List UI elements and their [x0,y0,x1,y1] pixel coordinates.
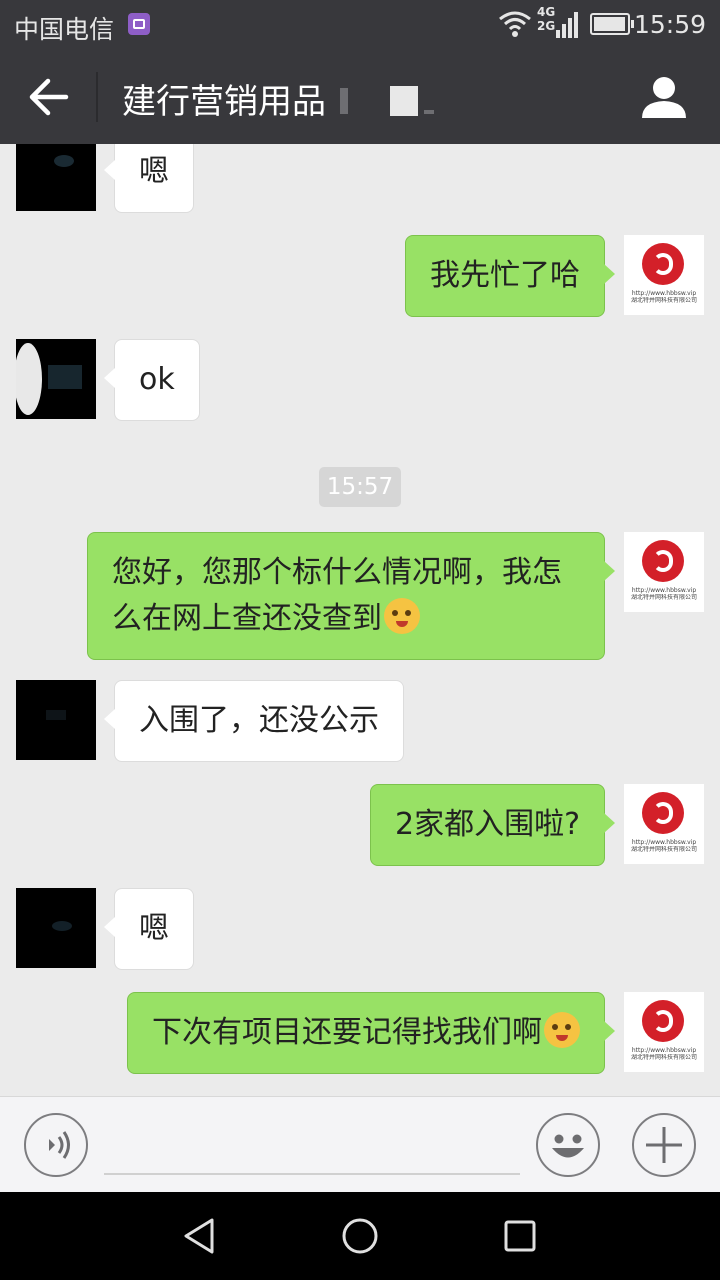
contact-avatar[interactable] [16,144,96,211]
system-navigation-bar [0,1192,720,1280]
logo-url-text: http://www.hbbsw.vip [631,1047,697,1054]
message-text: 嗯 [139,154,169,189]
logo-company-text: 湖北特并网科技有限公司 [630,594,697,601]
message-bubble[interactable]: 下次有项目还要记得找我们啊 [127,992,615,1074]
contact-avatar[interactable] [16,888,96,968]
chat-message-list[interactable]: 嗯 我先忙了哈 http://www.hbbsw.vip 湖北特并网科技有限公司… [0,144,720,1096]
battery-icon [590,13,634,35]
logo-url-text: http://www.hbbsw.vip [631,839,697,846]
time-divider: 15:57 [319,467,401,507]
chat-header: 建行营销用品 [0,50,720,144]
avatar-image [16,343,82,415]
network-type: 4G 2G [537,5,555,33]
gallery-notification-icon [128,13,150,35]
avatar-image [52,921,72,931]
avatar-image [46,710,66,720]
message-text: 下次有项目还要记得找我们啊 [152,1015,542,1050]
logo-company-text: 湖北特并网科技有限公司 [630,1054,697,1061]
message-text: 2家都入围啦? [394,807,580,842]
contact-profile-button[interactable] [638,72,690,122]
company-logo-icon [642,792,684,834]
company-logo-icon [642,1000,684,1042]
network-2g-label: 2G [537,19,556,33]
logo-company-text: 湖北特并网科技有限公司 [630,846,697,853]
wifi-icon [499,11,531,37]
emoji-button[interactable] [536,1113,600,1177]
my-avatar[interactable]: http://www.hbbsw.vip 湖北特并网科技有限公司 [624,784,704,864]
message-bubble[interactable]: 我先忙了哈 [405,235,615,317]
network-4g-label: 4G [537,5,556,19]
company-logo-icon [642,540,684,582]
smiley-icon [552,1134,584,1158]
carrier-label: 中国电信 [14,15,115,44]
square-recents-icon [504,1220,536,1252]
winking-tongue-face-icon [544,1012,580,1048]
logo-url-text: http://www.hbbsw.vip [631,290,697,297]
message-input-bar [0,1096,720,1192]
nav-back-button[interactable] [178,1214,222,1258]
back-button[interactable] [22,72,74,122]
contact-avatar[interactable] [16,339,96,419]
message-bubble[interactable]: ok [104,339,200,421]
contact-avatar[interactable] [16,680,96,760]
voice-input-button[interactable] [24,1113,88,1177]
voice-icon [49,1131,70,1159]
person-icon [642,77,686,118]
message-text: 我先忙了哈 [430,258,580,293]
circle-home-icon [342,1218,378,1254]
my-avatar[interactable]: http://www.hbbsw.vip 湖北特并网科技有限公司 [624,992,704,1072]
message-text-line: 您好，您那个标什么情况啊，我怎 [112,555,562,590]
chat-title: 建行营销用品 [122,82,326,122]
nav-home-button[interactable] [338,1214,382,1258]
logo-company-text: 湖北特并网科技有限公司 [630,297,697,304]
company-logo-icon [642,243,684,285]
message-text: ok [139,362,175,397]
message-bubble[interactable]: 嗯 [104,888,194,970]
triangle-back-icon [184,1218,214,1254]
signal-icon [556,12,578,38]
message-text: 嗯 [139,911,169,946]
worried-face-icon [384,598,420,634]
message-bubble[interactable]: 入围了，还没公示 [104,680,404,762]
message-bubble[interactable]: 嗯 [104,144,194,213]
clock: 15:59 [633,10,706,39]
my-avatar[interactable]: http://www.hbbsw.vip 湖北特并网科技有限公司 [624,235,704,315]
my-avatar[interactable]: http://www.hbbsw.vip 湖北特并网科技有限公司 [624,532,704,612]
avatar-image [54,155,74,167]
message-text-line: 么在网上查还没查到 [112,601,382,636]
header-divider [96,72,98,122]
status-bar: 中国电信 4G 2G 15:59 [0,0,720,50]
message-text-input[interactable] [104,1123,520,1175]
plus-icon [646,1127,682,1163]
redacted-title-mask [338,86,448,120]
message-bubble[interactable]: 2家都入围啦? [369,784,616,866]
nav-recents-button[interactable] [498,1214,542,1258]
more-options-button[interactable] [632,1113,696,1177]
message-text: 入围了，还没公示 [139,703,379,738]
logo-url-text: http://www.hbbsw.vip [631,587,697,594]
message-bubble[interactable]: 您好，您那个标什么情况啊，我怎 么在网上查还没查到 [87,532,615,660]
back-arrow-icon [29,78,69,116]
